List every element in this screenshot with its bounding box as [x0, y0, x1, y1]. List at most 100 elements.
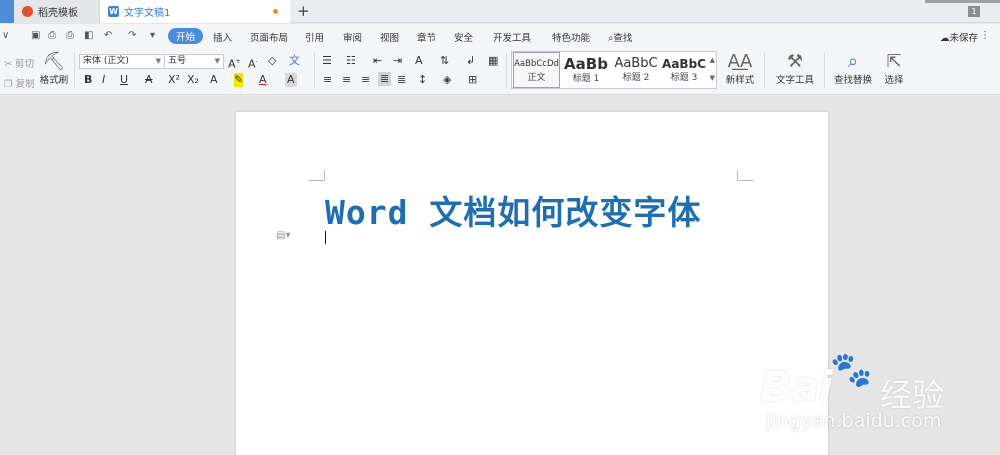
- style-heading-3[interactable]: AaBbC 标题 3: [661, 52, 707, 88]
- increase-indent-icon[interactable]: ⇥: [393, 54, 402, 68]
- chinese-layout-icon[interactable]: A: [415, 54, 423, 68]
- new-style-label: 新样式: [725, 75, 755, 86]
- cut-label: 剪切: [15, 59, 35, 70]
- style-label: 标题 2: [622, 73, 650, 83]
- menu-insert[interactable]: 插入: [213, 30, 232, 44]
- shading-icon[interactable]: ◈: [443, 73, 451, 87]
- magnifier-icon: ⌕: [847, 51, 859, 72]
- shrink-font-icon[interactable]: A-: [248, 55, 258, 72]
- group-divider: [824, 52, 825, 88]
- char-shading-icon[interactable]: A: [285, 73, 297, 87]
- save-icon[interactable]: ▣: [31, 30, 40, 41]
- grow-font-icon[interactable]: A+: [228, 55, 241, 72]
- select-label: 选择: [884, 75, 904, 86]
- style-normal[interactable]: AaBbCcDd 正文: [513, 52, 560, 88]
- cloud-unsaved-status[interactable]: ☁未保存: [940, 30, 978, 44]
- menu-sections[interactable]: 章节: [417, 30, 436, 44]
- redo-icon[interactable]: ↷: [128, 30, 136, 41]
- superscript-icon[interactable]: X²: [168, 73, 180, 87]
- style-heading-2[interactable]: AaBbC 标题 2: [611, 52, 661, 88]
- print-preview-icon[interactable]: ◧: [84, 30, 93, 41]
- strikethrough-icon[interactable]: A: [145, 73, 153, 87]
- copy-button[interactable]: ❐ 复制: [4, 76, 35, 90]
- decrease-indent-icon[interactable]: ⇤: [373, 54, 382, 68]
- text-tools-button[interactable]: ⚒ 文字工具: [771, 52, 819, 87]
- page-count-badge: 1: [968, 6, 980, 17]
- watermark-url: jingyan.baidu.com: [766, 410, 942, 432]
- font-size-select[interactable]: 五号 ▼: [164, 54, 224, 69]
- quick-access-chevron-icon[interactable]: ∨: [2, 30, 9, 41]
- print-icon[interactable]: ⎙: [66, 30, 74, 41]
- clear-format-icon[interactable]: ◇: [268, 54, 276, 68]
- justify-icon[interactable]: ≣: [378, 72, 392, 86]
- copy-label: 复制: [15, 79, 35, 90]
- menu-home[interactable]: 开始: [168, 28, 204, 44]
- select-button[interactable]: ⇱ 选择: [880, 52, 908, 87]
- menu-search[interactable]: ⌕查找: [608, 30, 632, 44]
- format-painter-label: 格式刷: [39, 75, 69, 86]
- tab-docer-templates[interactable]: 稻壳模板: [14, 0, 100, 23]
- gallery-up-icon[interactable]: ▲: [710, 56, 715, 64]
- unsaved-dot-icon: [273, 9, 278, 14]
- text-caret: [325, 231, 326, 244]
- document-title-text[interactable]: Word 文档如何改变字体: [325, 186, 701, 234]
- find-replace-button[interactable]: ⌕ 查找替换: [830, 51, 876, 87]
- margin-mark-top-left: [308, 170, 325, 181]
- app-menu-stub[interactable]: [0, 0, 14, 23]
- styles-gallery: AaBbCcDd 正文 AaBb 标题 1 AaBbC 标题 2 AaBbC 标…: [511, 51, 717, 89]
- brush-icon: ⛏: [42, 51, 66, 72]
- tab-label: 文字文稿1: [124, 8, 171, 19]
- tab-document[interactable]: W 文字文稿1: [100, 0, 290, 23]
- line-spacing-icon[interactable]: ↕: [418, 73, 427, 87]
- align-right-icon[interactable]: ≡: [361, 73, 370, 87]
- align-center-icon[interactable]: ≡: [342, 73, 351, 87]
- borders-icon[interactable]: ⊞: [468, 73, 477, 87]
- align-left-icon[interactable]: ≡: [323, 73, 332, 87]
- docer-logo-icon: [22, 6, 33, 17]
- cut-button[interactable]: ✂ 剪切: [4, 56, 34, 70]
- highlight-icon[interactable]: ✎: [234, 73, 244, 87]
- find-replace-label: 查找替换: [833, 75, 872, 86]
- unsaved-label: 未保存: [949, 33, 978, 44]
- underline-icon[interactable]: U: [120, 73, 128, 87]
- new-tab-plus-icon[interactable]: +: [297, 2, 310, 20]
- bold-icon[interactable]: B: [84, 73, 92, 87]
- italic-icon[interactable]: I: [102, 73, 105, 87]
- paragraph-handle-icon[interactable]: ▤▾: [276, 230, 290, 241]
- baidu-jingyan-watermark: 🐾 Bai 经验 jingyan.baidu.com: [760, 350, 990, 440]
- menu-references[interactable]: 引用: [305, 30, 324, 44]
- paw-logo-icon: 🐾: [830, 350, 873, 390]
- new-style-icon: A͟A: [727, 51, 753, 72]
- menu-view[interactable]: 视图: [380, 30, 399, 44]
- gallery-down-icon[interactable]: ▼: [710, 74, 715, 82]
- menu-developer[interactable]: 开发工具: [493, 30, 531, 44]
- table-borders-icon[interactable]: ▦: [488, 54, 498, 68]
- menu-features[interactable]: 特色功能: [552, 30, 590, 44]
- new-style-button[interactable]: A͟A 新样式: [722, 51, 758, 87]
- sort-icon[interactable]: ⇅: [440, 54, 449, 68]
- copy-icon: ❐: [4, 79, 13, 90]
- more-options-icon[interactable]: ⋮: [980, 30, 990, 41]
- menu-security[interactable]: 安全: [454, 30, 473, 44]
- distributed-icon[interactable]: ≣: [397, 73, 406, 87]
- show-marks-icon[interactable]: ↲: [466, 54, 475, 68]
- font-name-select[interactable]: 宋体 (正文) ▼: [79, 54, 165, 69]
- document-page[interactable]: Word 文档如何改变字体 ▤▾: [236, 112, 828, 455]
- menu-page-layout[interactable]: 页面布局: [250, 30, 288, 44]
- font-color-icon[interactable]: A: [259, 73, 267, 87]
- subscript-icon[interactable]: X₂: [187, 73, 199, 87]
- style-heading-1[interactable]: AaBb 标题 1: [562, 52, 610, 88]
- text-tools-label: 文字工具: [775, 75, 814, 86]
- menu-review[interactable]: 审阅: [343, 30, 362, 44]
- bullets-icon[interactable]: ☰: [322, 54, 332, 68]
- text-effect-icon[interactable]: A: [210, 73, 218, 87]
- tab-bar: 稻壳模板 W 文字文稿1 + 1: [0, 0, 1000, 23]
- window-edge: [925, 0, 1000, 3]
- export-pdf-icon[interactable]: ⎙: [48, 30, 56, 41]
- pinyin-guide-icon[interactable]: 文: [289, 54, 300, 68]
- format-painter-button[interactable]: ⛏ 格式刷: [39, 51, 69, 87]
- more-icon[interactable]: ▾: [150, 30, 155, 41]
- undo-icon[interactable]: ↶: [104, 30, 112, 41]
- numbering-icon[interactable]: ☷: [346, 54, 356, 68]
- menu-row: ∨ ▣ ⎙ ⎙ ◧ ↶ ↷ ▾ 开始 插入 页面布局 引用 审阅 视图 章节 安…: [0, 24, 1000, 47]
